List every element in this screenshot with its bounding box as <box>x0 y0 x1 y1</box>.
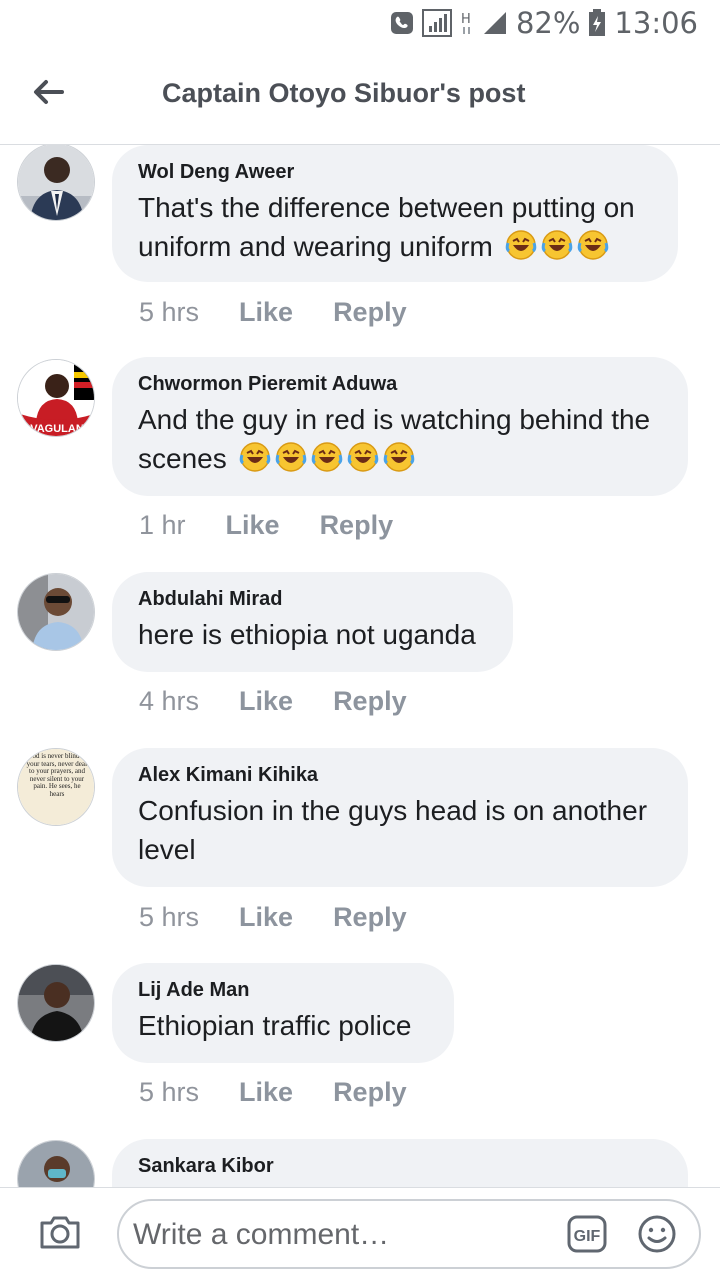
comment-meta: 4 hrs Like Reply <box>139 686 407 717</box>
comment-bubble[interactable]: Sankara Kibor <box>112 1139 688 1187</box>
comment-bubble[interactable]: Chwormon Pieremit Aduwa And the guy in r… <box>112 357 688 496</box>
avatar[interactable] <box>17 573 95 651</box>
signal-icon <box>483 12 506 34</box>
laughing-emoji-icon <box>347 442 378 472</box>
comment-time: 5 hrs <box>139 1077 200 1107</box>
comment-author[interactable]: Lij Ade Man <box>138 978 428 1002</box>
comment-meta: 1 hr Like Reply <box>139 510 393 541</box>
status-bar: H 82% 13:06 <box>0 0 720 48</box>
comment-author[interactable]: Alex Kimani Kihika <box>138 763 662 787</box>
comment-input[interactable] <box>131 1209 555 1261</box>
laughing-emoji-icon <box>275 442 306 472</box>
page-title: Captain Otoyo Sibuor's post <box>162 78 526 108</box>
battery-percent: 82% <box>515 6 581 40</box>
laughing-emoji-icon <box>311 442 342 472</box>
camera-icon[interactable] <box>38 1210 82 1254</box>
comment-author[interactable]: Sankara Kibor <box>138 1154 662 1178</box>
laughing-emoji-icon <box>239 442 270 472</box>
comment-text: here is ethiopia not uganda <box>138 619 476 650</box>
comment-meta: 5 hrs Like Reply <box>139 1077 407 1108</box>
comment-time: 5 hrs <box>139 297 200 327</box>
avatar[interactable]: VAGULAN <box>17 359 95 437</box>
like-button[interactable]: Like <box>226 510 280 541</box>
avatar[interactable]: God is never blind to your tears, never … <box>17 748 95 826</box>
clock: 13:06 <box>614 6 698 40</box>
battery-icon <box>589 9 606 36</box>
comment-time: 1 hr <box>139 510 186 540</box>
like-button[interactable]: Like <box>239 1077 293 1108</box>
phone-icon <box>390 12 413 34</box>
comment-bubble[interactable]: Wol Deng Aweer That's the difference bet… <box>112 145 678 282</box>
avatar[interactable] <box>17 145 95 221</box>
avatar[interactable] <box>17 1140 95 1187</box>
laughing-emoji-icon <box>541 230 572 260</box>
reply-button[interactable]: Reply <box>333 686 407 717</box>
comment-author[interactable]: Chwormon Pieremit Aduwa <box>138 372 662 396</box>
comment-input-box[interactable]: GIF <box>117 1199 701 1269</box>
laughing-emoji-icon <box>577 230 608 260</box>
comment-text: And the guy in red is watching behind th… <box>138 404 651 474</box>
signal-icon <box>421 9 452 37</box>
gif-icon[interactable]: GIF <box>567 1215 607 1253</box>
comment-text: Confusion in the guys head is on another… <box>138 795 648 865</box>
comment-list[interactable]: Wol Deng Aweer That's the difference bet… <box>0 145 720 1187</box>
comment-bubble[interactable]: Abdulahi Mirad here is ethiopia not ugan… <box>112 572 513 672</box>
laughing-emoji-icon <box>505 230 536 260</box>
reply-button[interactable]: Reply <box>333 1077 407 1108</box>
gif-label: GIF <box>574 1228 601 1245</box>
comment-author[interactable]: Abdulahi Mirad <box>138 587 487 611</box>
reply-button[interactable]: Reply <box>333 297 407 328</box>
comment-author[interactable]: Wol Deng Aweer <box>138 160 652 184</box>
svg-text:H: H <box>461 12 471 27</box>
back-arrow-icon[interactable] <box>28 72 68 112</box>
avatar-quote: God is never blind to your tears, never … <box>18 749 94 825</box>
smiley-icon[interactable] <box>637 1214 677 1254</box>
comment-time: 4 hrs <box>139 686 200 716</box>
comment-text: That's the difference between putting on… <box>138 192 635 262</box>
comment-bubble[interactable]: Alex Kimani Kihika Confusion in the guys… <box>112 748 688 887</box>
reply-button[interactable]: Reply <box>333 902 407 933</box>
h-plus-icon: H <box>461 12 471 34</box>
laughing-emoji-icon <box>383 442 414 472</box>
like-button[interactable]: Like <box>239 686 293 717</box>
avatar-caption: VAGULAN <box>30 423 84 435</box>
like-button[interactable]: Like <box>239 297 293 328</box>
comment-composer: GIF <box>0 1187 720 1281</box>
comment-bubble[interactable]: Lij Ade Man Ethiopian traffic police <box>112 963 454 1063</box>
avatar[interactable] <box>17 964 95 1042</box>
comment-time: 5 hrs <box>139 902 200 932</box>
comment-meta: 5 hrs Like Reply <box>139 902 407 933</box>
reply-button[interactable]: Reply <box>320 510 394 541</box>
comment-meta: 5 hrs Like Reply <box>139 297 407 328</box>
post-header: Captain Otoyo Sibuor's post <box>0 48 720 145</box>
like-button[interactable]: Like <box>239 902 293 933</box>
comment-text: Ethiopian traffic police <box>138 1010 412 1041</box>
